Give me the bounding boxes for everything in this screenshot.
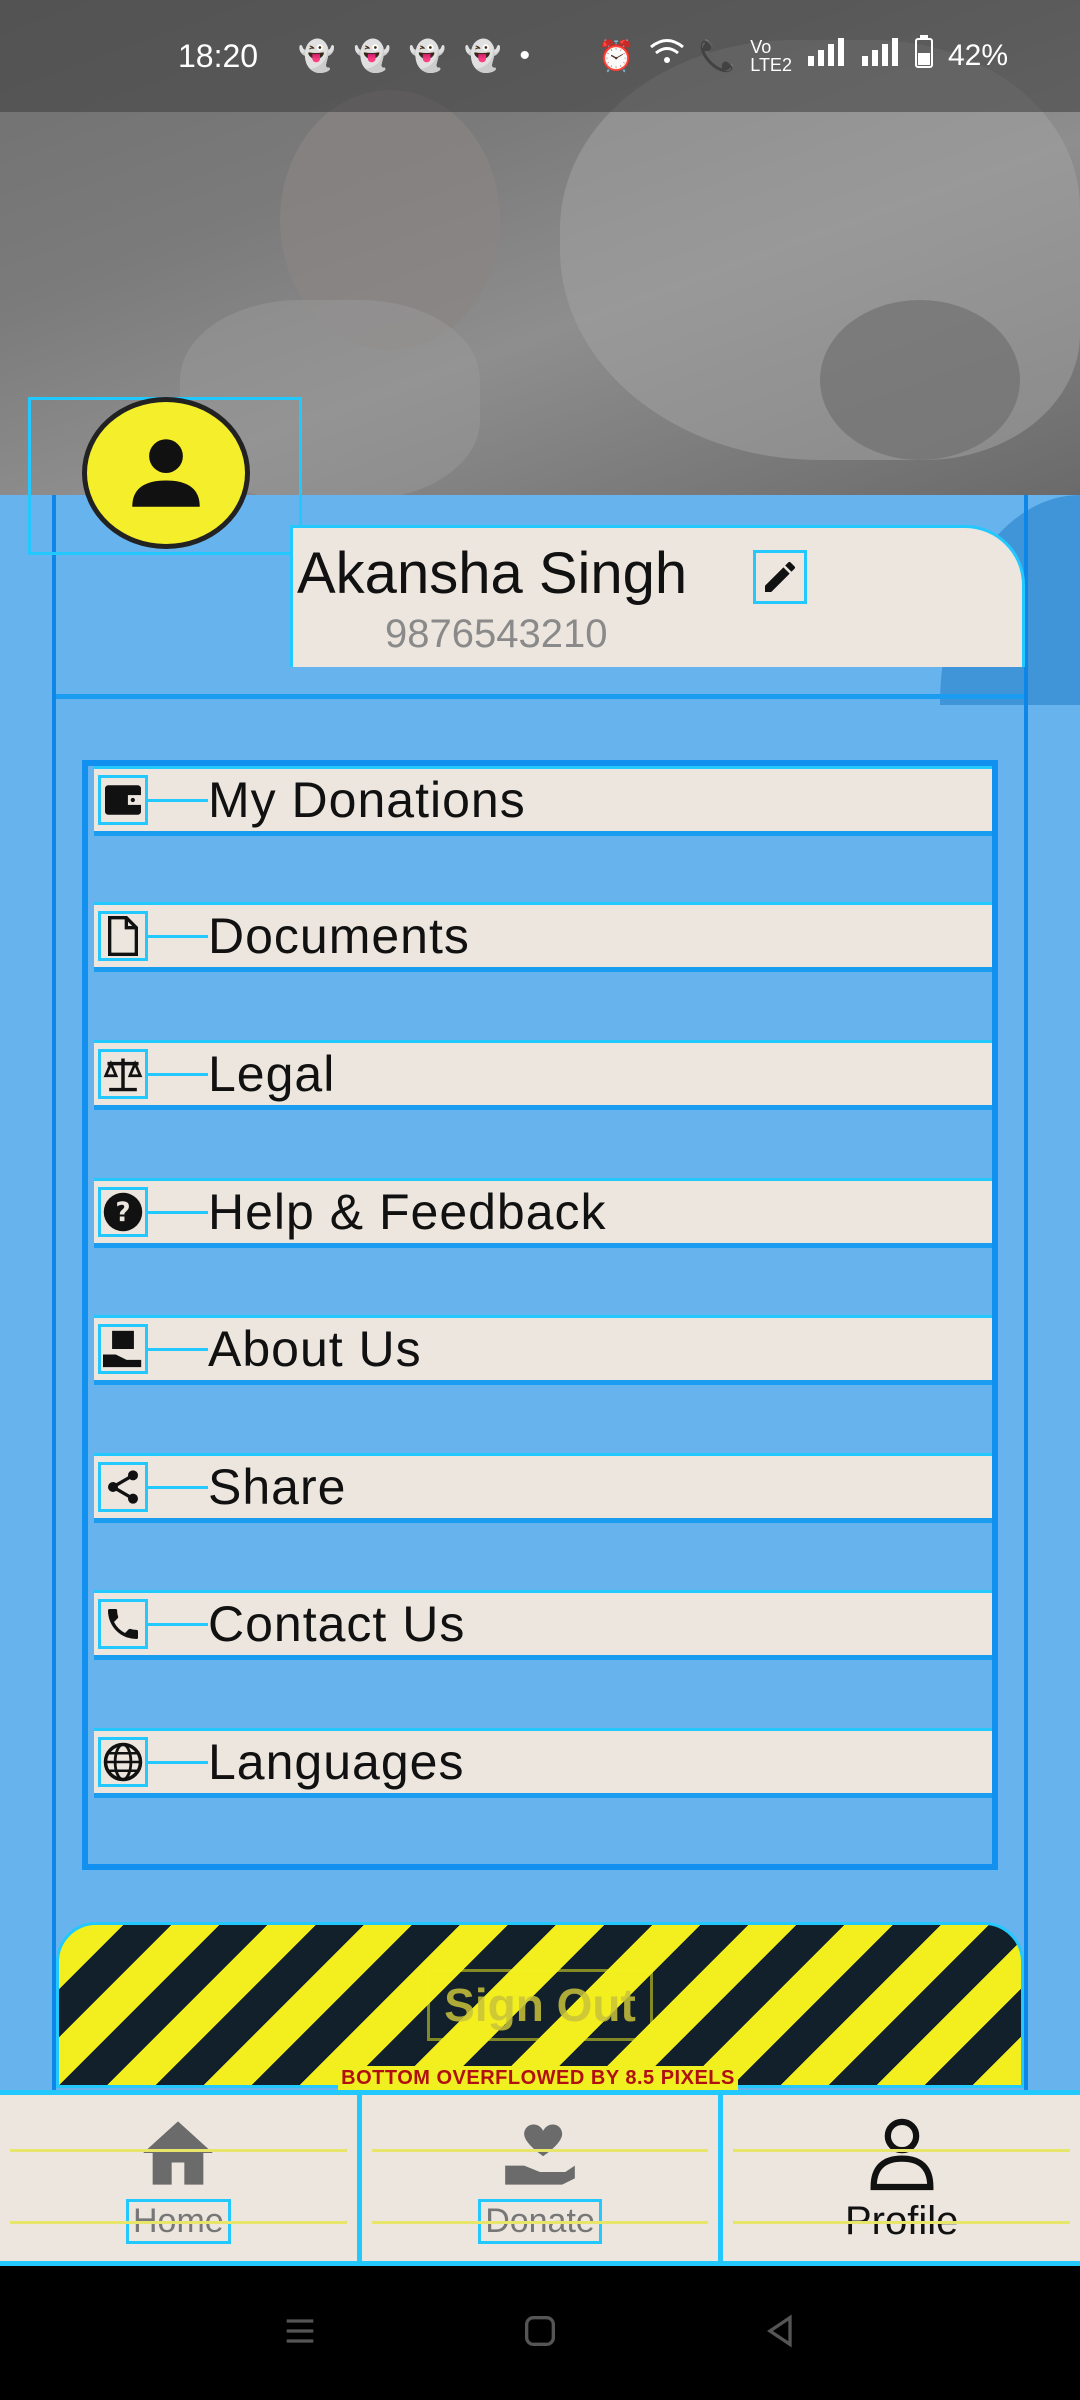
menu-item-documents[interactable]: Documents <box>94 902 992 972</box>
nav-donate[interactable]: Donate <box>362 2095 724 2261</box>
volte-icon: Vo LTE2 <box>750 37 792 75</box>
sign-out-button[interactable]: Sign Out <box>56 1922 1024 2088</box>
menu-item-my-donations[interactable]: My Donations <box>94 766 992 836</box>
overflow-warning: BOTTOM OVERFLOWED BY 8.5 PIXELS <box>338 2066 738 2090</box>
menu-item-label: Languages <box>208 1734 465 1790</box>
status-bar: 18:20 👻 👻 👻 👻 • ⏰ 📞 Vo LTE2 42% <box>0 0 1080 112</box>
wifi-icon <box>649 38 685 74</box>
share-icon <box>98 1462 148 1512</box>
menu-item-label: Share <box>208 1459 347 1515</box>
signal-icon <box>806 38 846 74</box>
menu-item-label: About Us <box>208 1321 422 1377</box>
profile-icon <box>868 2113 936 2193</box>
wallet-icon <box>98 775 148 825</box>
home-system-icon[interactable] <box>520 2311 560 2356</box>
nav-home[interactable]: Home <box>0 2095 362 2261</box>
about-icon <box>98 1324 148 1374</box>
dot-icon: • <box>519 38 531 72</box>
nav-profile[interactable]: Profile <box>723 2095 1080 2261</box>
profile-phone: 9876543210 <box>385 612 608 656</box>
menu-item-legal[interactable]: Legal <box>94 1040 992 1110</box>
menu-item-label: Help & Feedback <box>208 1184 607 1240</box>
bottom-navigation: Home Donate Profile <box>0 2090 1080 2266</box>
signal-icon <box>860 38 900 74</box>
donate-icon <box>502 2113 578 2193</box>
document-icon <box>98 911 148 961</box>
divider <box>56 694 1024 699</box>
profile-menu: My Donations Documents Legal ? Help & Fe… <box>82 760 998 1870</box>
pencil-icon <box>765 561 795 592</box>
snapchat-icon: 👻 <box>298 39 336 73</box>
phone-icon <box>98 1599 148 1649</box>
edit-profile-button[interactable] <box>753 550 807 604</box>
profile-info-card: Akansha Singh 9876543210 <box>290 525 1025 667</box>
menu-item-languages[interactable]: Languages <box>94 1728 992 1798</box>
home-icon <box>140 2113 216 2193</box>
menu-item-label: Documents <box>208 908 470 964</box>
person-icon <box>132 439 200 507</box>
battery-icon <box>914 35 934 77</box>
battery-percent: 42% <box>947 39 1008 72</box>
globe-icon <box>98 1737 148 1787</box>
menu-item-share[interactable]: Share <box>94 1453 992 1523</box>
menu-item-about-us[interactable]: About Us <box>94 1315 992 1385</box>
back-icon[interactable] <box>760 2311 800 2356</box>
menu-item-help-feedback[interactable]: ? Help & Feedback <box>94 1178 992 1248</box>
wifi-call-icon: 📞 <box>698 39 737 73</box>
menu-item-label: My Donations <box>208 772 526 828</box>
profile-name: Akansha Singh <box>297 541 688 606</box>
snapchat-icon: 👻 <box>353 39 391 73</box>
recent-apps-icon[interactable] <box>280 2311 320 2356</box>
menu-item-label: Legal <box>208 1046 336 1102</box>
sign-out-label: Sign Out <box>427 1969 653 2041</box>
snapchat-icon: 👻 <box>408 39 447 73</box>
menu-item-contact-us[interactable]: Contact Us <box>94 1590 992 1660</box>
help-icon: ? <box>98 1187 148 1237</box>
system-navigation-bar <box>0 2266 1080 2400</box>
alarm-icon: ⏰ <box>597 39 635 73</box>
avatar[interactable] <box>82 397 250 549</box>
svg-text:?: ? <box>115 1198 130 1228</box>
menu-item-label: Contact Us <box>208 1596 466 1652</box>
status-time: 18:20 <box>178 37 259 74</box>
scale-icon <box>98 1049 148 1099</box>
snapchat-icon: 👻 <box>464 39 502 73</box>
notification-icons: 👻 👻 👻 👻 • <box>298 39 530 74</box>
